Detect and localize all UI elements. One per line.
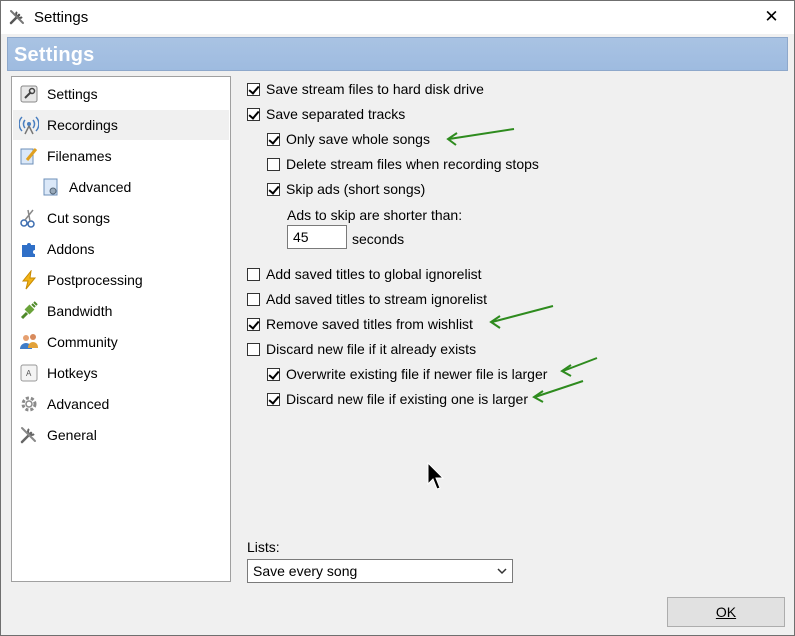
plug-icon [19, 301, 39, 321]
sidebar-item-label: Advanced [47, 396, 110, 412]
sidebar-item-label: Hotkeys [47, 365, 98, 381]
lists-label: Lists: [247, 539, 280, 555]
scissors-icon [19, 208, 39, 228]
ok-button[interactable]: OK [667, 597, 785, 627]
sidebar-item-advanced[interactable]: Advanced [13, 389, 229, 419]
checkbox-label: Discard new file if it already exists [266, 341, 477, 357]
sidebar-item-label: Community [47, 334, 118, 350]
checkbox-box[interactable] [267, 367, 280, 381]
delete-stream-files-checkbox[interactable]: Delete stream files when recording stops [267, 154, 539, 174]
save-separated-tracks-checkbox[interactable]: Save separated tracks [247, 104, 405, 124]
checkbox-label: Add saved titles to global ignorelist [266, 266, 482, 282]
lists-dropdown[interactable]: Save every song [247, 559, 513, 583]
title-bar[interactable]: Settings ✕ [1, 1, 794, 34]
sidebar-item-label: Cut songs [47, 210, 111, 226]
ok-label: OK [715, 604, 737, 620]
antenna-icon [19, 115, 39, 135]
window-title: Settings [34, 9, 89, 26]
checkbox-label: Add saved titles to stream ignorelist [266, 291, 487, 307]
sidebar-item-community[interactable]: Community [13, 327, 229, 357]
discard-if-exists-checkbox[interactable]: Discard new file if it already exists [247, 339, 476, 359]
settings-window: Settings ✕ Settings Settings Recordings … [0, 0, 795, 636]
sidebar-item-filenames-advanced[interactable]: Advanced [13, 172, 229, 202]
checkbox-label: Skip ads (short songs) [286, 181, 426, 197]
svg-text:A: A [26, 369, 32, 378]
tools-icon [19, 425, 39, 445]
checkbox-label: Save separated tracks [266, 106, 406, 122]
sidebar-item-general[interactable]: General [13, 420, 229, 450]
checkbox-box[interactable] [247, 267, 260, 281]
discard-if-existing-larger-checkbox[interactable]: Discard new file if existing one is larg… [267, 389, 528, 409]
sidebar-item-cut-songs[interactable]: Cut songs [13, 203, 229, 233]
sidebar-item-bandwidth[interactable]: Bandwidth [13, 296, 229, 326]
puzzle-icon [19, 239, 39, 259]
sidebar-item-label: Recordings [47, 117, 118, 133]
people-icon [19, 332, 39, 352]
lightning-icon [19, 270, 39, 290]
advanced-doc-icon [41, 177, 61, 197]
sidebar-item-label: Bandwidth [47, 303, 113, 319]
sidebar-item-hotkeys[interactable]: A Hotkeys [13, 358, 229, 388]
sidebar-item-settings[interactable]: Settings [13, 79, 229, 109]
checkbox-label: Only save whole songs [286, 131, 430, 147]
settings-sidebar: Settings Recordings Filenames Advanced C… [11, 76, 231, 582]
checkbox-box[interactable] [267, 132, 280, 146]
sidebar-item-label: General [47, 427, 97, 443]
sidebar-item-addons[interactable]: Addons [13, 234, 229, 264]
seconds-unit-label: seconds [352, 231, 405, 247]
key-icon: A [19, 363, 39, 383]
mouse-cursor-icon [427, 462, 445, 490]
close-button[interactable]: ✕ [750, 2, 793, 31]
ads-length-label: Ads to skip are shorter than: [287, 207, 463, 223]
remove-from-wishlist-checkbox[interactable]: Remove saved titles from wishlist [247, 314, 473, 334]
save-stream-files-checkbox[interactable]: Save stream files to hard disk drive [247, 79, 484, 99]
checkbox-box[interactable] [247, 107, 260, 121]
settings-banner: Settings [7, 37, 788, 71]
checkbox-box[interactable] [267, 157, 280, 171]
checkbox-label: Delete stream files when recording stops [286, 156, 539, 172]
wrench-settings-icon [19, 84, 39, 104]
sidebar-item-label: Advanced [69, 179, 132, 195]
skip-ads-checkbox[interactable]: Skip ads (short songs) [267, 179, 425, 199]
sidebar-item-label: Addons [47, 241, 95, 257]
checkbox-label: Overwrite existing file if newer file is… [286, 366, 548, 382]
sidebar-item-label: Postprocessing [47, 272, 143, 288]
overwrite-if-larger-checkbox[interactable]: Overwrite existing file if newer file is… [267, 364, 547, 384]
close-icon: ✕ [764, 6, 779, 26]
checkbox-label: Save stream files to hard disk drive [266, 81, 484, 97]
checkbox-box[interactable] [247, 82, 260, 96]
checkbox-box[interactable] [247, 317, 260, 331]
chevron-down-icon [496, 564, 507, 575]
sidebar-item-label: Filenames [47, 148, 112, 164]
pencil-note-icon [19, 146, 39, 166]
checkbox-box[interactable] [267, 182, 280, 196]
sidebar-item-postprocessing[interactable]: Postprocessing [13, 265, 229, 295]
add-global-ignorelist-checkbox[interactable]: Add saved titles to global ignorelist [247, 264, 482, 284]
checkbox-label: Discard new file if existing one is larg… [286, 391, 528, 407]
checkbox-box[interactable] [247, 342, 260, 356]
lists-selected-value: Save every song [253, 563, 358, 579]
sidebar-item-recordings[interactable]: Recordings [13, 110, 229, 140]
sidebar-item-filenames[interactable]: Filenames [13, 141, 229, 171]
checkbox-box[interactable] [247, 292, 260, 306]
add-stream-ignorelist-checkbox[interactable]: Add saved titles to stream ignorelist [247, 289, 487, 309]
sidebar-item-label: Settings [47, 86, 98, 102]
tools-icon [8, 8, 26, 26]
banner-title: Settings [14, 44, 95, 66]
checkbox-box[interactable] [267, 392, 280, 406]
only-whole-songs-checkbox[interactable]: Only save whole songs [267, 129, 430, 149]
checkbox-label: Remove saved titles from wishlist [266, 316, 473, 332]
ads-seconds-input[interactable]: 45 [287, 225, 347, 249]
gear-icon [19, 394, 39, 414]
